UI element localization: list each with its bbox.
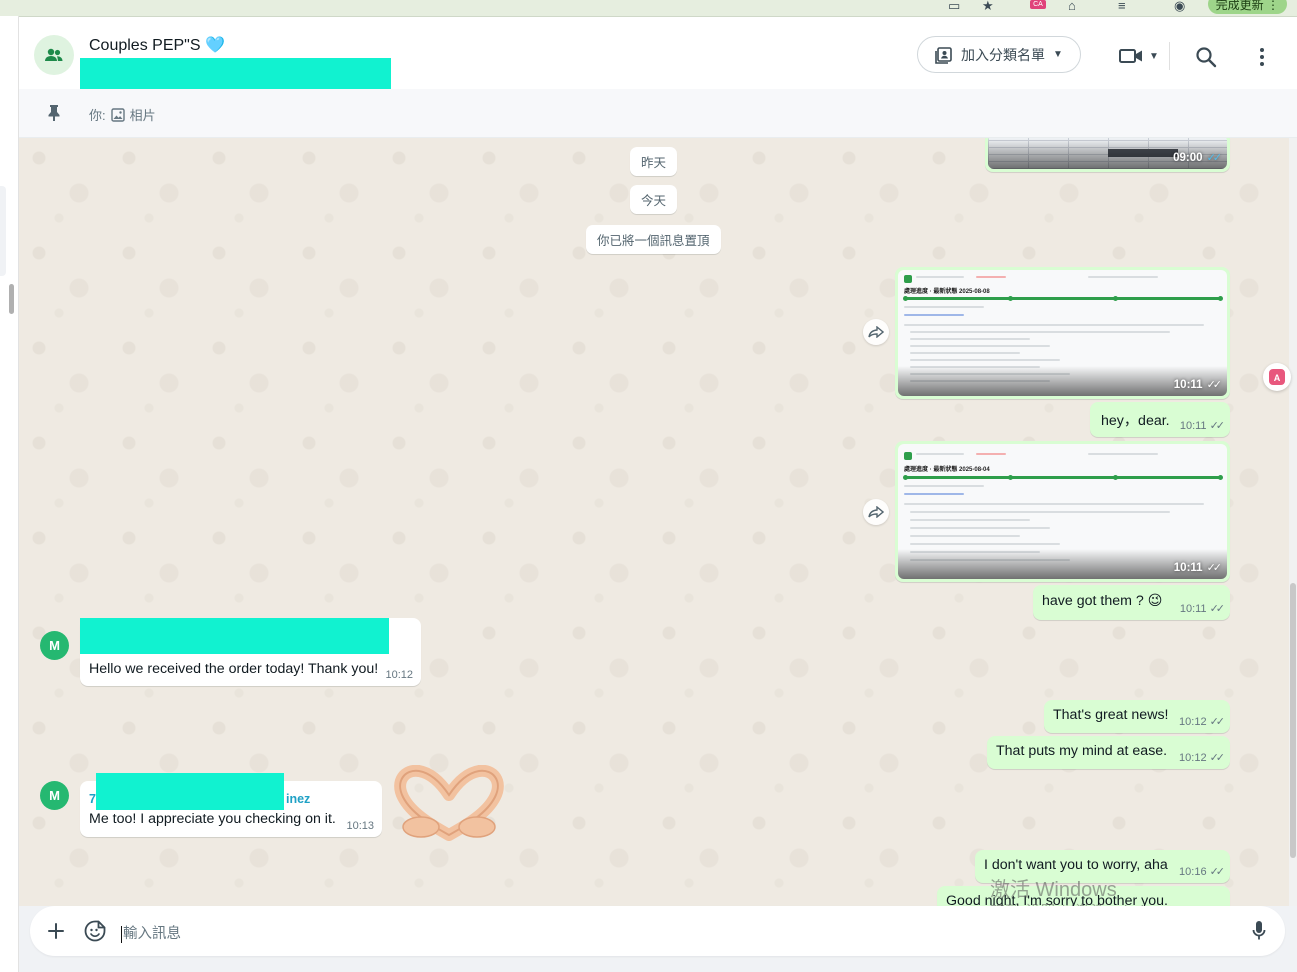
conversation-panel[interactable]: 09:00 ✓✓ 昨天 今天 你已將一個訊息置頂 處理進度 · 最新狀態 2025… [19,138,1289,906]
image-message[interactable]: 處理進度 · 最新狀態 2025-08-04 10:11 ✓✓ [895,441,1230,582]
forward-button[interactable] [863,319,889,345]
video-call-button[interactable]: ▼ [1119,44,1165,68]
add-to-list-label: 加入分類名單 [961,46,1046,63]
chat-header: Couples PEP"S 🩵 加入分類名單 ▼ ▼ [19,22,1297,93]
outgoing-message[interactable]: have got them ? 😉 10:11 ✓✓ [1033,585,1230,620]
incoming-message[interactable]: 7 inez Me too! I appreciate you checking… [80,773,382,837]
sidebar-scrollbar[interactable] [9,284,14,314]
star-icon[interactable]: ★ [982,0,994,12]
date-divider-yesterday: 昨天 [630,147,678,176]
forward-button[interactable] [863,499,889,525]
puzzle-icon[interactable]: ⌂ [1068,0,1076,12]
add-to-list-button[interactable]: 加入分類名單 ▼ [917,36,1081,73]
contact-list-icon [935,46,952,64]
image-message[interactable]: 09:00 ✓✓ [985,138,1230,172]
sender-name-prefix: 7 [89,792,96,806]
message-meta: 10:12 [385,669,413,681]
outgoing-message[interactable]: That puts my mind at ease. 10:12 ✓✓ [987,736,1230,769]
message-text: That puts my mind at ease. [996,743,1168,759]
sender-name-suffix: inez [286,792,311,806]
image-thumbnail: 處理進度 · 最新狀態 2025-08-08 10:11 ✓✓ [898,270,1227,396]
pinned-content: 相片 [129,108,156,123]
message-meta: 10:11 ✓✓ [1173,378,1222,392]
message-text: hey，dear. [1101,413,1170,429]
heart-hands-sticker[interactable] [391,765,507,841]
outgoing-message[interactable]: That's great news! 10:12 ✓✓ [1044,700,1230,733]
message-meta: 10:11 ✓✓ [1179,419,1225,433]
extension-icon[interactable]: CA [1030,0,1046,9]
pin-icon [48,105,60,121]
incoming-message[interactable]: Hello we received the order today! Thank… [80,618,421,686]
microphone-icon[interactable] [1252,920,1266,942]
monitor-icon[interactable]: ▭ [948,0,960,12]
search-icon[interactable] [1195,46,1217,68]
composer: 輸入訊息 [30,906,1285,956]
message-meta: 10:12 ✓✓ [1179,715,1225,729]
message-text: That's great news! [1053,707,1169,723]
redacted-subtitle [80,58,391,93]
video-camera-icon [1119,49,1142,63]
sidebar-tab[interactable] [0,186,6,276]
system-pinned-notice: 你已將一個訊息置頂 [586,225,721,254]
plus-icon[interactable] [48,923,64,939]
chat-title[interactable]: Couples PEP"S 🩵 [89,35,225,55]
message-input[interactable]: 輸入訊息 [121,922,181,943]
update-button[interactable]: 完成更新 ⋮ [1207,0,1287,14]
date-divider-today: 今天 [630,185,678,214]
message-text: I don't want you to worry, aha [984,857,1168,873]
translate-button[interactable]: A [1263,363,1291,391]
reading-list-icon[interactable]: ≡ [1118,0,1126,12]
redacted-sender-name [80,618,389,654]
translate-icon: A [1269,369,1285,385]
scrollbar-thumb[interactable] [1290,583,1296,858]
svg-text:A: A [1274,373,1281,383]
pinned-preview: 你: 相片 [89,105,156,124]
redacted-sender-name [96,773,284,810]
chevron-down-icon: ▼ [1149,50,1159,62]
group-avatar[interactable] [34,35,74,75]
forward-icon [868,326,884,338]
group-icon [45,48,63,61]
header-divider [1169,42,1170,70]
forward-icon [868,506,884,518]
message-meta: 10:12 ✓✓ [1179,751,1225,765]
sender-avatar[interactable]: M [40,781,69,810]
message-meta: 10:13 [346,820,374,832]
chat-scrollbar[interactable] [1289,138,1297,906]
message-text: Hello we received the order today! Thank… [89,661,379,677]
pinned-message-bar[interactable]: 你: 相片 [19,89,1297,138]
chevron-down-icon: ▼ [1053,49,1063,60]
menu-icon[interactable] [1257,46,1267,68]
sender-avatar[interactable]: M [40,631,69,660]
sticker-icon[interactable] [84,920,106,942]
message-text: have got them ? 😉 [1042,593,1163,609]
message-meta: 10:11 ✓✓ [1179,602,1225,616]
browser-toolbar: ▭ ★ CA ⌂ ≡ ◉ 完成更新 ⋮ [0,0,1297,17]
pinned-sender: 你: [89,108,106,123]
sidebar-edge [0,16,19,972]
image-thumbnail: 處理進度 · 最新狀態 2025-08-04 10:11 ✓✓ [898,444,1227,579]
message-meta: 09:00 ✓✓ [1173,151,1222,165]
photo-icon [110,107,125,122]
message-text: Me too! I appreciate you checking on it. [89,811,336,827]
image-message[interactable]: 處理進度 · 最新狀態 2025-08-08 10:11 ✓✓ [895,267,1230,399]
outgoing-message[interactable]: hey，dear. 10:11 ✓✓ [1090,402,1230,437]
message-meta: 10:11 ✓✓ [1173,561,1222,575]
profile-icon[interactable]: ◉ [1174,0,1185,12]
